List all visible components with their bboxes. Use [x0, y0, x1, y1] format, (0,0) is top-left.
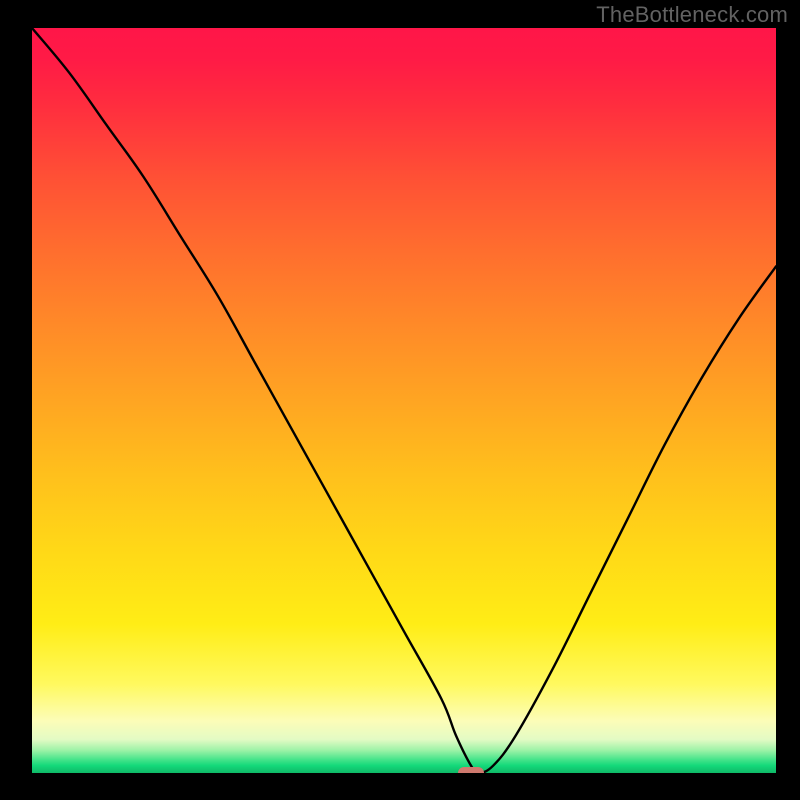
bottleneck-curve [32, 28, 776, 773]
watermark-text: TheBottleneck.com [596, 2, 788, 28]
plot-area [32, 28, 776, 773]
optimal-point-marker [458, 767, 484, 773]
chart-frame: TheBottleneck.com [0, 0, 800, 800]
